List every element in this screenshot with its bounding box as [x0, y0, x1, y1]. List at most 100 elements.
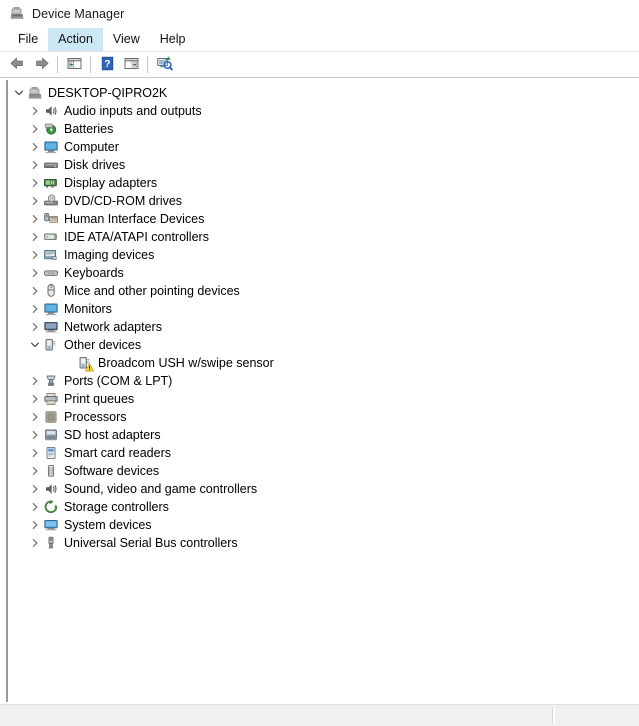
tree-node[interactable]: Broadcom USH w/swipe sensor — [8, 354, 639, 372]
display-adapter-icon — [43, 175, 59, 191]
toolbar-separator — [57, 56, 58, 73]
chevron-right-icon[interactable] — [27, 300, 43, 318]
printer-icon — [43, 391, 59, 407]
system-device-icon — [43, 517, 59, 533]
menubar: File Action View Help — [0, 28, 639, 51]
chevron-right-icon[interactable] — [27, 102, 43, 120]
hid-icon — [43, 211, 59, 227]
keyboard-icon — [43, 265, 59, 281]
tree-node[interactable]: Keyboards — [8, 264, 639, 282]
properties-icon — [123, 56, 140, 74]
chevron-right-icon[interactable] — [27, 534, 43, 552]
tree-node-label: System devices — [64, 518, 152, 532]
audio-icon — [43, 103, 59, 119]
tree-node-label: DVD/CD-ROM drives — [64, 194, 183, 208]
imaging-device-icon — [43, 247, 59, 263]
toolbar-forward-button[interactable] — [29, 53, 53, 76]
chevron-down-icon[interactable] — [11, 84, 27, 102]
tree-node[interactable]: Mice and other pointing devices — [8, 282, 639, 300]
toolbar-properties-button[interactable] — [119, 53, 143, 76]
tree-node-label: IDE ATA/ATAPI controllers — [64, 230, 209, 244]
tree-node-label: Batteries — [64, 122, 114, 136]
other-device-icon — [77, 355, 94, 372]
tree-node[interactable]: Ports (COM & LPT) — [8, 372, 639, 390]
chevron-right-icon[interactable] — [27, 444, 43, 462]
chevron-right-icon[interactable] — [27, 192, 43, 210]
statusbar-secondary — [555, 705, 639, 726]
chevron-right-icon[interactable] — [27, 516, 43, 534]
toolbar-scan-hardware-button[interactable] — [152, 53, 176, 76]
tree-node-label: Broadcom USH w/swipe sensor — [98, 356, 274, 370]
tree-node[interactable]: Batteries — [8, 120, 639, 138]
tree-node[interactable]: DVD/CD-ROM drives — [8, 192, 639, 210]
window-titlebar: Device Manager — [0, 0, 639, 28]
tree-node-label: Smart card readers — [64, 446, 171, 460]
other-device-icon — [43, 337, 59, 353]
tree-root-node[interactable]: DESKTOP-QIPRO2K — [8, 84, 639, 102]
chevron-down-icon[interactable] — [27, 336, 43, 354]
toolbar-back-button[interactable] — [5, 53, 29, 76]
chevron-right-icon[interactable] — [27, 318, 43, 336]
tree-node-label: Sound, video and game controllers — [64, 482, 258, 496]
statusbar-message — [0, 705, 552, 726]
scan-for-hardware-changes-icon — [156, 55, 173, 74]
chevron-right-icon[interactable] — [27, 264, 43, 282]
chevron-right-icon[interactable] — [27, 498, 43, 516]
tree-node[interactable]: Display adapters — [8, 174, 639, 192]
forward-arrow-icon — [33, 56, 50, 74]
menu-action[interactable]: Action — [48, 28, 103, 51]
warning-badge-icon — [85, 363, 94, 372]
chevron-right-icon[interactable] — [27, 156, 43, 174]
tree-node-label: Keyboards — [64, 266, 124, 280]
monitor-icon — [43, 139, 59, 155]
tree-node[interactable]: Sound, video and game controllers — [8, 480, 639, 498]
chevron-right-icon[interactable] — [27, 408, 43, 426]
tree-node[interactable]: Imaging devices — [8, 246, 639, 264]
tree-node[interactable]: Print queues — [8, 390, 639, 408]
device-manager-icon — [9, 5, 25, 24]
toolbar-console-tree-button[interactable] — [62, 53, 86, 76]
chevron-right-icon[interactable] — [27, 390, 43, 408]
tree-node[interactable]: Universal Serial Bus controllers — [8, 534, 639, 552]
tree-node[interactable]: Storage controllers — [8, 498, 639, 516]
chevron-right-icon[interactable] — [27, 246, 43, 264]
chevron-right-icon[interactable] — [27, 372, 43, 390]
chevron-right-icon[interactable] — [27, 426, 43, 444]
chevron-right-icon[interactable] — [27, 210, 43, 228]
tree-node-label: Audio inputs and outputs — [64, 104, 202, 118]
chevron-right-icon[interactable] — [27, 120, 43, 138]
tree-node[interactable]: Processors — [8, 408, 639, 426]
tree-node[interactable]: Smart card readers — [8, 444, 639, 462]
tree-node[interactable]: Disk drives — [8, 156, 639, 174]
tree-node-label: Storage controllers — [64, 500, 169, 514]
chevron-right-icon[interactable] — [27, 480, 43, 498]
tree-node[interactable]: Monitors — [8, 300, 639, 318]
menu-view[interactable]: View — [103, 28, 150, 51]
tree-node-label: Network adapters — [64, 320, 162, 334]
chevron-right-icon[interactable] — [27, 138, 43, 156]
tree-node[interactable]: Software devices — [8, 462, 639, 480]
chevron-right-icon[interactable] — [27, 282, 43, 300]
mouse-icon — [43, 283, 59, 299]
tree-node-label: Universal Serial Bus controllers — [64, 536, 238, 550]
tree-node[interactable]: Other devices — [8, 336, 639, 354]
tree-node[interactable]: IDE ATA/ATAPI controllers — [8, 228, 639, 246]
tree-node[interactable]: Human Interface Devices — [8, 210, 639, 228]
tree-node[interactable]: System devices — [8, 516, 639, 534]
dvd-drive-icon — [43, 193, 59, 209]
menu-file[interactable]: File — [8, 28, 48, 51]
smart-card-reader-icon — [43, 445, 59, 461]
tree-node-label: Processors — [64, 410, 127, 424]
ide-controller-icon — [43, 229, 59, 245]
tree-node[interactable]: Network adapters — [8, 318, 639, 336]
chevron-right-icon[interactable] — [27, 228, 43, 246]
chevron-right-icon[interactable] — [27, 462, 43, 480]
tree-node[interactable]: Audio inputs and outputs — [8, 102, 639, 120]
toolbar-help-button[interactable]: ? — [95, 53, 119, 76]
device-tree-panel[interactable]: DESKTOP-QIPRO2K Audio inputs and outputs B… — [6, 80, 639, 702]
tree-node[interactable]: Computer — [8, 138, 639, 156]
tree-node[interactable]: SD host adapters — [8, 426, 639, 444]
tree-node-label: Software devices — [64, 464, 160, 478]
menu-help[interactable]: Help — [150, 28, 196, 51]
chevron-right-icon[interactable] — [27, 174, 43, 192]
